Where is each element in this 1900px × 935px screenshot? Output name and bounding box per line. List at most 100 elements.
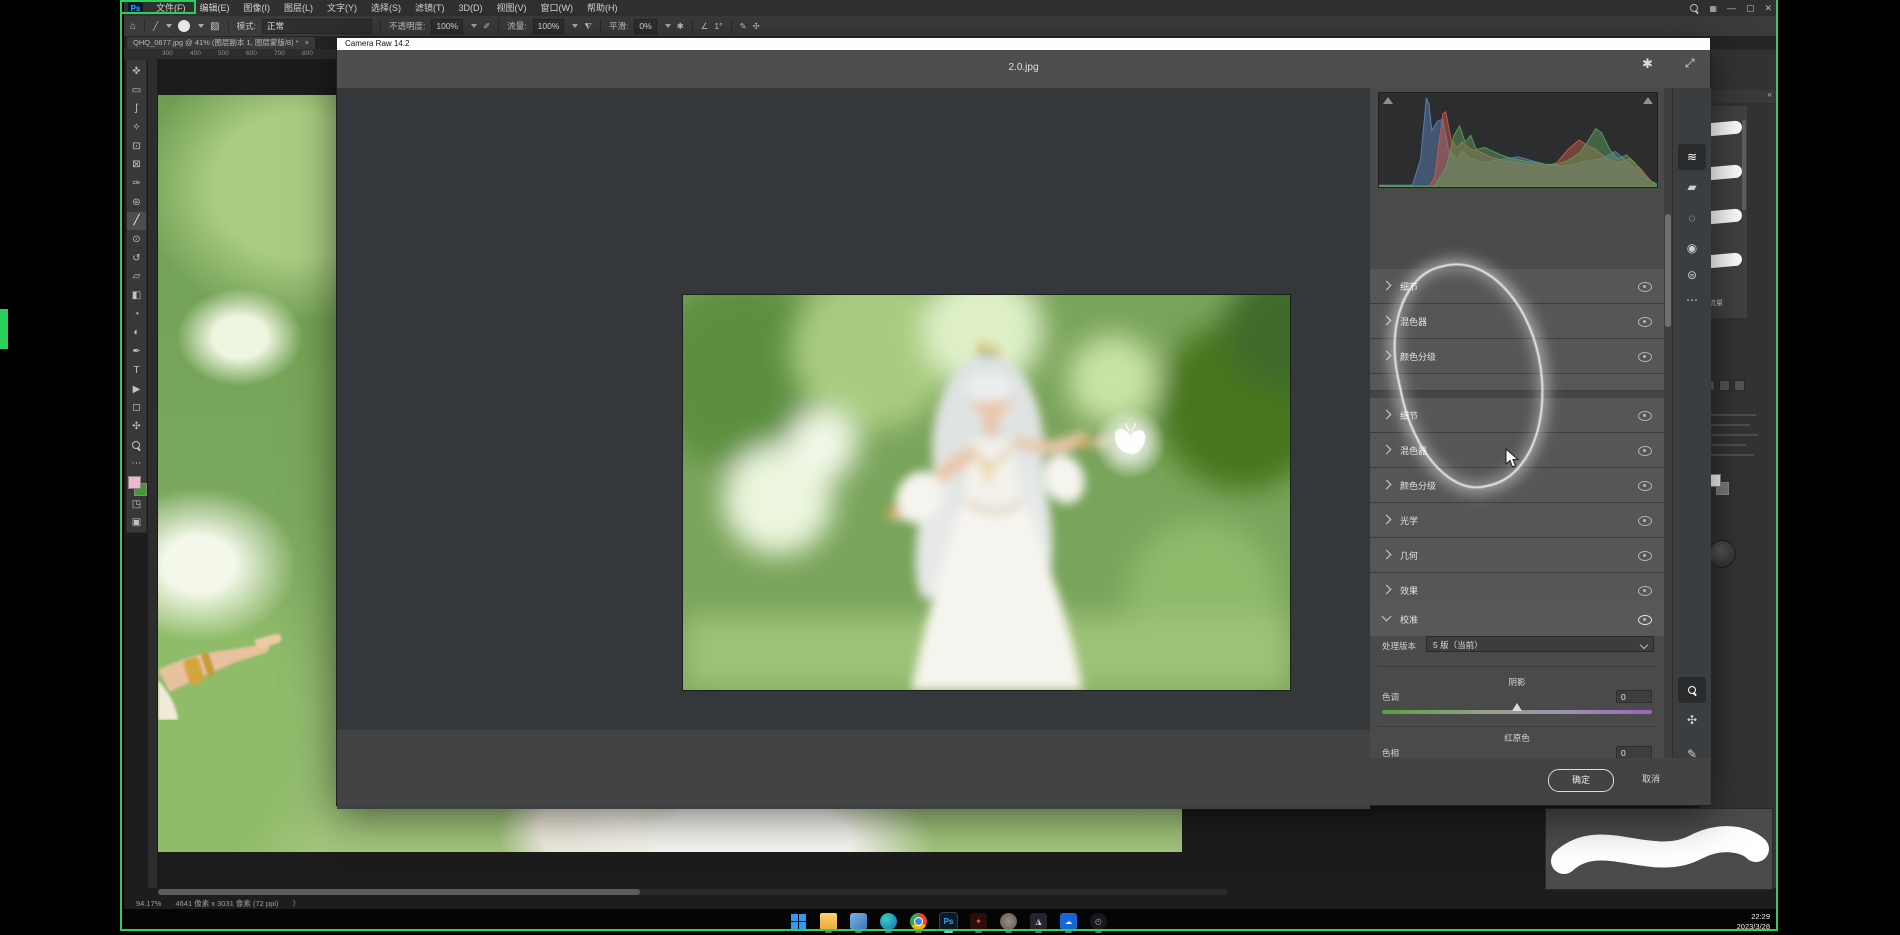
tint-slider[interactable] — [1382, 710, 1652, 714]
masking-tool-icon[interactable]: ◌ — [1678, 205, 1706, 231]
workspace-icon[interactable]: ▦ — [1709, 4, 1717, 13]
tint-value[interactable]: 0 — [1616, 690, 1652, 703]
photoshop-taskbar-icon[interactable]: Ps — [940, 913, 957, 930]
camera-raw-preview-area[interactable]: 适应（47%） 30% — [337, 88, 1370, 730]
eye-icon[interactable] — [1638, 317, 1652, 327]
zoom-tool-icon[interactable] — [127, 436, 146, 455]
edge-browser-icon[interactable] — [880, 913, 897, 930]
eye-icon[interactable] — [1638, 352, 1652, 362]
hand-tool-icon[interactable]: ✣ — [127, 417, 146, 436]
marquee-tool-icon[interactable]: ▭ — [127, 81, 146, 100]
dodge-tool-icon[interactable]: ◐ — [127, 324, 146, 343]
color-swatches[interactable] — [127, 475, 146, 495]
chevron-down-icon[interactable] — [471, 24, 477, 28]
histogram[interactable] — [1378, 92, 1658, 188]
app-icon-blue-cloud[interactable]: ☁ — [1060, 913, 1077, 930]
panel-scrollbar[interactable] — [1664, 88, 1672, 805]
mode-select[interactable]: 正常 — [262, 19, 372, 34]
app-icon-gray-circle[interactable] — [1000, 913, 1017, 930]
gear-icon[interactable]: ✱ — [677, 21, 684, 32]
eye-icon[interactable] — [1638, 411, 1652, 421]
chrome-browser-icon[interactable] — [910, 913, 927, 930]
menu-item[interactable]: 编辑(E) — [193, 0, 237, 16]
eye-icon[interactable] — [1638, 481, 1652, 491]
ok-button[interactable]: 确定 — [1548, 769, 1614, 792]
clone-stamp-tool-icon[interactable]: ⊙ — [127, 230, 146, 249]
presets-icon[interactable]: ⊜ — [1678, 262, 1706, 288]
camera-raw-titlebar[interactable]: Camera Raw 14.2 — [337, 38, 1710, 50]
section-row-颜色分级[interactable]: 颜色分级 — [1370, 468, 1664, 503]
airbrush-icon[interactable]: ⧨ — [584, 21, 592, 32]
eyedropper-tool-icon[interactable]: ✑ — [127, 174, 146, 193]
path-select-tool-icon[interactable]: ▶ — [127, 380, 146, 399]
menu-item[interactable]: 图层(L) — [277, 0, 320, 16]
minimize-button[interactable]: — — [1727, 3, 1736, 13]
app-icon-dark-circle[interactable]: ◴ — [1090, 913, 1107, 930]
history-brush-tool-icon[interactable]: ↺ — [127, 249, 146, 268]
type-tool-icon[interactable]: T — [127, 361, 146, 380]
menu-item[interactable]: 窗口(W) — [534, 0, 581, 16]
pen-tool-icon[interactable]: ✒ — [127, 342, 146, 361]
screen-mode-icon[interactable]: ▣ — [127, 513, 146, 532]
panel-collapse-header[interactable]: « — [1700, 90, 1776, 103]
process-version-select[interactable]: 5 版（当前） — [1426, 636, 1654, 652]
maximize-button[interactable]: ▢ — [1746, 3, 1755, 14]
eraser-tool-icon[interactable]: ▱ — [127, 268, 146, 287]
edit-toolbar-icon[interactable]: ⋯ — [127, 454, 146, 473]
brush-tool-icon[interactable]: ╱ — [127, 212, 146, 231]
eye-icon[interactable] — [1638, 516, 1652, 526]
menu-item[interactable]: 帮助(H) — [580, 0, 625, 16]
app-icon-dark[interactable]: ◮ — [1030, 913, 1047, 930]
healing-tool-icon[interactable]: ▰ — [1678, 174, 1706, 200]
menu-item[interactable]: 滤镜(T) — [408, 0, 452, 16]
close-button[interactable]: ✕ — [1764, 3, 1772, 14]
panel-scrollbar[interactable] — [1742, 120, 1746, 210]
cancel-button[interactable]: 取消 — [1642, 772, 1660, 785]
search-icon[interactable] — [1690, 4, 1699, 13]
gradient-tool-icon[interactable]: ◧ — [127, 286, 146, 305]
section-row-几何[interactable]: 几何 — [1370, 538, 1664, 573]
document-tab[interactable]: QHQ_0677.jpg @ 41% (图层副本 1, 图层蒙版/8) * × — [127, 37, 315, 49]
pressure-opacity-icon[interactable]: ✐ — [483, 21, 490, 32]
gear-icon[interactable]: ✱ — [1642, 56, 1653, 72]
tab-close-icon[interactable]: × — [305, 37, 309, 49]
menu-item[interactable]: 文字(Y) — [320, 0, 364, 16]
scrollbar-thumb[interactable] — [1665, 214, 1671, 327]
status-zoom[interactable]: 94.17% — [136, 899, 161, 908]
menu-item[interactable]: 3D(D) — [452, 0, 490, 16]
eye-icon[interactable] — [1638, 586, 1652, 596]
photo-preview[interactable] — [683, 295, 1290, 690]
flow-value[interactable]: 100% — [533, 19, 565, 34]
horizontal-scrollbar[interactable] — [158, 889, 1228, 895]
section-row-光学[interactable]: 光学 — [1370, 503, 1664, 538]
quick-select-tool-icon[interactable]: ✧ — [127, 118, 146, 137]
opacity-value[interactable]: 100% — [431, 19, 463, 34]
brush-size-preview[interactable] — [178, 20, 190, 32]
healing-tool-icon[interactable]: ⊜ — [127, 193, 146, 212]
symmetry-icon[interactable]: ✣ — [753, 21, 760, 32]
crop-tool-icon[interactable]: ⊡ — [127, 137, 146, 156]
smoothing-value[interactable]: 0% — [634, 19, 656, 34]
brush-tool-icon[interactable]: ╱ — [153, 21, 158, 32]
eye-icon[interactable] — [1638, 551, 1652, 561]
chevron-down-icon[interactable] — [198, 24, 204, 28]
expand-icon[interactable]: ⤢ — [1685, 56, 1695, 71]
chevron-down-icon[interactable] — [572, 24, 578, 28]
frame-tool-icon[interactable]: ⊠ — [127, 155, 146, 174]
lasso-tool-icon[interactable]: ʃ — [127, 99, 146, 118]
eye-icon[interactable] — [1638, 446, 1652, 456]
file-explorer-icon[interactable] — [820, 913, 837, 930]
section-calibration-header[interactable]: 校准 — [1370, 602, 1664, 637]
quick-mask-icon[interactable]: ◳ — [127, 495, 146, 514]
color-wheel[interactable] — [1708, 540, 1736, 568]
brush-settings-panel-icon[interactable]: ▨ — [210, 21, 219, 32]
shape-tool-icon[interactable]: ◻ — [127, 398, 146, 417]
more-options-icon[interactable]: ⋯ — [1678, 287, 1706, 313]
chevron-down-icon[interactable] — [665, 24, 671, 28]
home-icon[interactable]: ⌂ — [130, 21, 136, 32]
photos-app-icon[interactable] — [850, 913, 867, 930]
foreground-color-swatch[interactable] — [128, 476, 141, 489]
move-tool-icon[interactable]: ✜ — [127, 62, 146, 81]
hand-tool-icon[interactable]: ✣ — [1678, 707, 1706, 733]
blur-tool-icon[interactable]: ◔ — [127, 305, 146, 324]
